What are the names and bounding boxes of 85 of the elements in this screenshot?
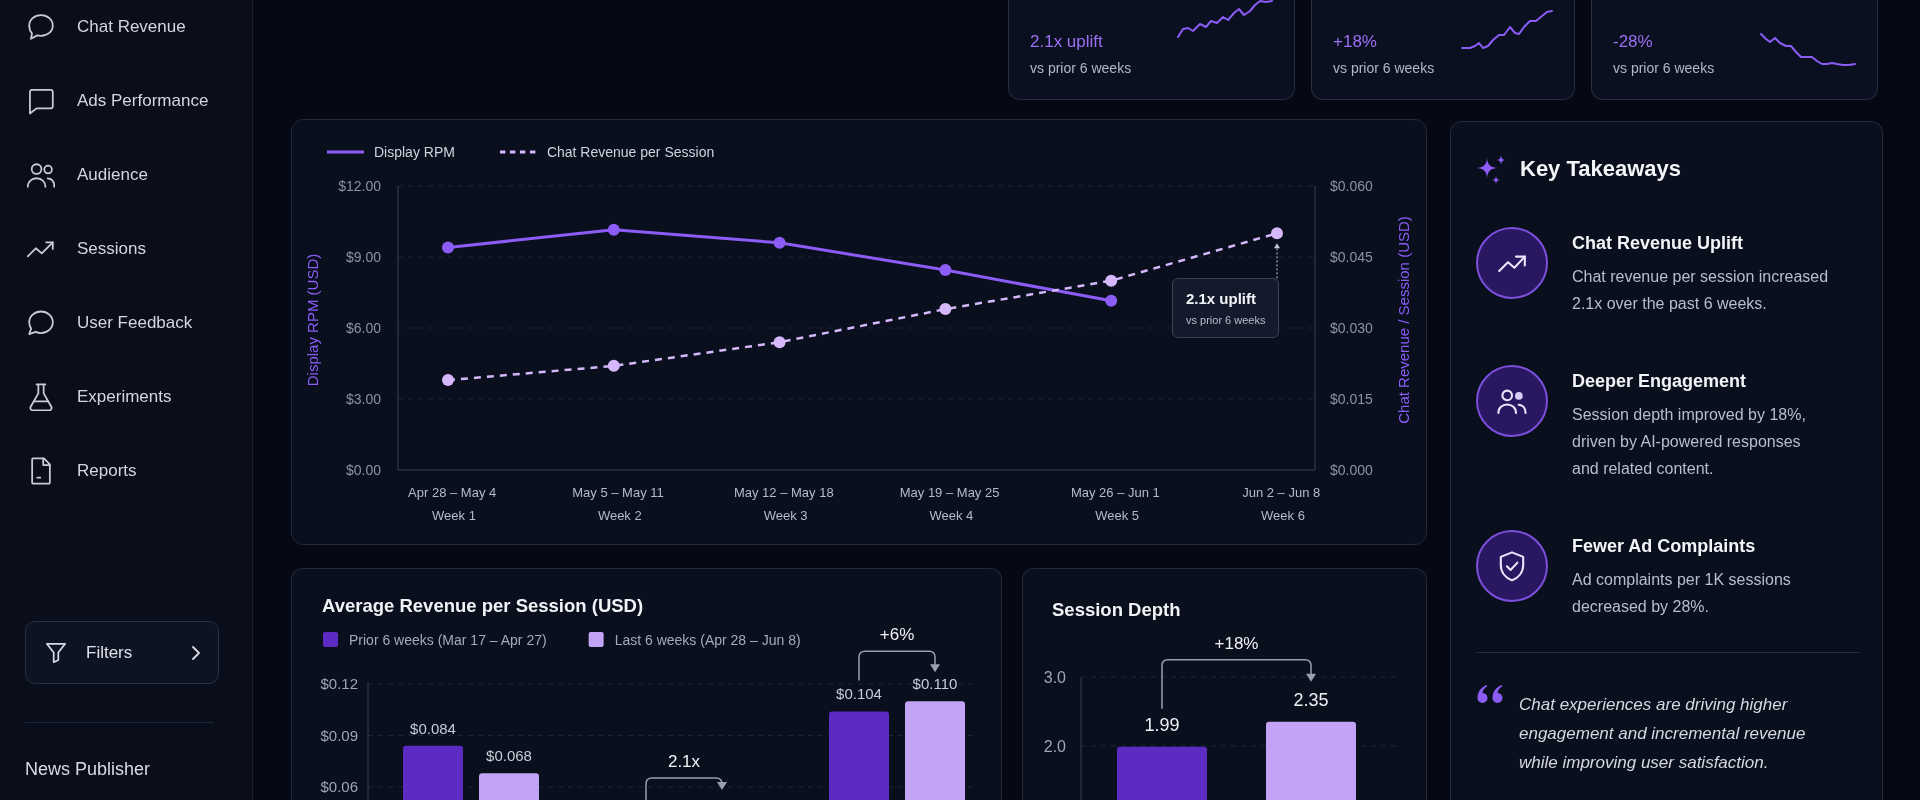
- y-axis-label: $0.12: [320, 675, 358, 692]
- legend-label: Chat Revenue per Session: [546, 144, 715, 160]
- x-axis-label: May 19 – May 25 Week 4: [899, 485, 1000, 523]
- y-axis-label: $0.030: [1330, 320, 1373, 336]
- chart-title: Average Revenue per Session (USD): [322, 595, 644, 616]
- data-point: [442, 241, 454, 254]
- tooltip-title: 2.1x uplift: [1186, 289, 1257, 309]
- data-point: [773, 236, 786, 249]
- value-label: $0.104: [836, 685, 882, 703]
- x-axis-label: May 12 – May 18 Week 3: [733, 485, 834, 523]
- users-icon: [27, 161, 55, 189]
- value-label: $0.110: [912, 675, 958, 693]
- data-point: [939, 303, 952, 316]
- change-label: -28%: [1613, 31, 1654, 52]
- takeaway-text: Session depth improved by 18%, driven by AI-powered responses and related content.: [1572, 405, 1807, 479]
- quote-icon: [1476, 684, 1505, 706]
- axis-title: Display RPM (USD): [304, 253, 321, 387]
- x-axis-label: Jun 2 – Jun 8 Week 6: [1242, 485, 1321, 523]
- users-icon: [1476, 365, 1548, 437]
- filter-icon: [46, 642, 66, 663]
- comparison-label: vs prior 6 weeks: [1030, 59, 1133, 77]
- value-label: $0.084: [410, 719, 456, 737]
- shield-check-icon: [1476, 530, 1548, 602]
- nav-item[interactable]: Reports: [14, 444, 238, 498]
- speech-bubble-icon: [27, 309, 55, 337]
- takeaway-title: Deeper Engagement: [1572, 370, 1748, 393]
- panel-title: Key Takeaways: [1520, 156, 1682, 182]
- legend-label: Last 6 weeks (Apr 28 – Jun 8): [614, 632, 801, 648]
- comparison-label: vs prior 6 weeks: [1613, 59, 1716, 77]
- data-point: [1271, 227, 1283, 240]
- data-point: [939, 264, 952, 276]
- trend-up-icon: [1476, 227, 1548, 299]
- nav-item[interactable]: Chat Revenue: [14, 0, 238, 54]
- change-label: +18%: [1333, 31, 1378, 52]
- nav-item[interactable]: Audience: [14, 148, 238, 202]
- y-axis-label: $0.045: [1330, 249, 1373, 265]
- value-label: 1.99: [1144, 714, 1180, 735]
- change-label: 2.1x uplift: [1030, 31, 1104, 52]
- change-label: +18%: [1214, 633, 1259, 653]
- nav-item[interactable]: User Feedback: [14, 296, 238, 350]
- legend-label: Prior 6 weeks (Mar 17 – Apr 27): [349, 632, 547, 648]
- x-axis-label: May 5 – May 11 Week 2: [572, 485, 664, 523]
- change-label: 2.1x: [667, 752, 701, 771]
- change-label: +6%: [879, 625, 915, 645]
- y-axis-label: 2.0: [1043, 738, 1066, 755]
- quote-text: Chat experiences are driving higher engagement and incremental revenue while improving user satisfaction.: [1519, 694, 1807, 774]
- y-axis-label: $0.015: [1330, 391, 1373, 407]
- y-axis-label: $0.09: [320, 726, 358, 744]
- nav-item[interactable]: Experiments: [14, 370, 238, 424]
- legend-label: Display RPM: [374, 144, 455, 160]
- value-label: 2.35: [1293, 689, 1329, 710]
- y-axis-label: $0.060: [1330, 178, 1373, 194]
- data-point: [607, 223, 620, 236]
- comparison-label: vs prior 6 weeks: [1333, 59, 1436, 77]
- y-axis-label: $0.00: [345, 462, 381, 478]
- y-axis-label: $9.00: [345, 249, 381, 265]
- y-axis-label: $12.00: [338, 178, 381, 194]
- takeaway-title: Chat Revenue Uplift: [1572, 232, 1745, 255]
- publisher-name: News Publisher: [24, 759, 152, 780]
- filters-button[interactable]: Filters: [25, 621, 219, 684]
- data-point: [607, 359, 620, 372]
- takeaway-text: Chat revenue per session increased 2.1x over the past 6 weeks.: [1572, 267, 1830, 314]
- axis-title: Chat Revenue / Session (USD): [1395, 216, 1412, 424]
- takeaway-title: Fewer Ad Complaints: [1572, 535, 1757, 558]
- takeaway-text: Ad complaints per 1K sessions decreased by 28%.: [1572, 570, 1792, 617]
- y-axis-label: $6.00: [345, 320, 381, 336]
- x-axis-label: May 26 – Jun 1 Week 5: [1070, 485, 1160, 523]
- nav-item[interactable]: Ads Performance: [14, 74, 238, 128]
- tooltip-subtitle: vs prior 6 weeks: [1186, 313, 1266, 328]
- y-axis-label: $0.06: [320, 778, 358, 795]
- data-point: [1105, 274, 1118, 287]
- chart-title: Session Depth: [1052, 599, 1181, 620]
- y-axis-label: $0.000: [1330, 462, 1373, 478]
- y-axis-label: $3.00: [345, 391, 381, 407]
- leader-arrow: [1274, 243, 1280, 279]
- flask-icon: [27, 383, 55, 411]
- x-axis-label: Apr 28 – May 4 Week 1: [408, 485, 497, 523]
- y-axis-label: 3.0: [1043, 669, 1066, 686]
- data-point: [442, 374, 454, 387]
- nav-item[interactable]: Sessions: [14, 222, 238, 276]
- chevron-right-icon: [192, 645, 200, 660]
- data-point: [1105, 294, 1118, 307]
- value-label: $0.068: [486, 747, 532, 765]
- data-point: [773, 336, 786, 349]
- chat-bubble-icon: [27, 13, 55, 41]
